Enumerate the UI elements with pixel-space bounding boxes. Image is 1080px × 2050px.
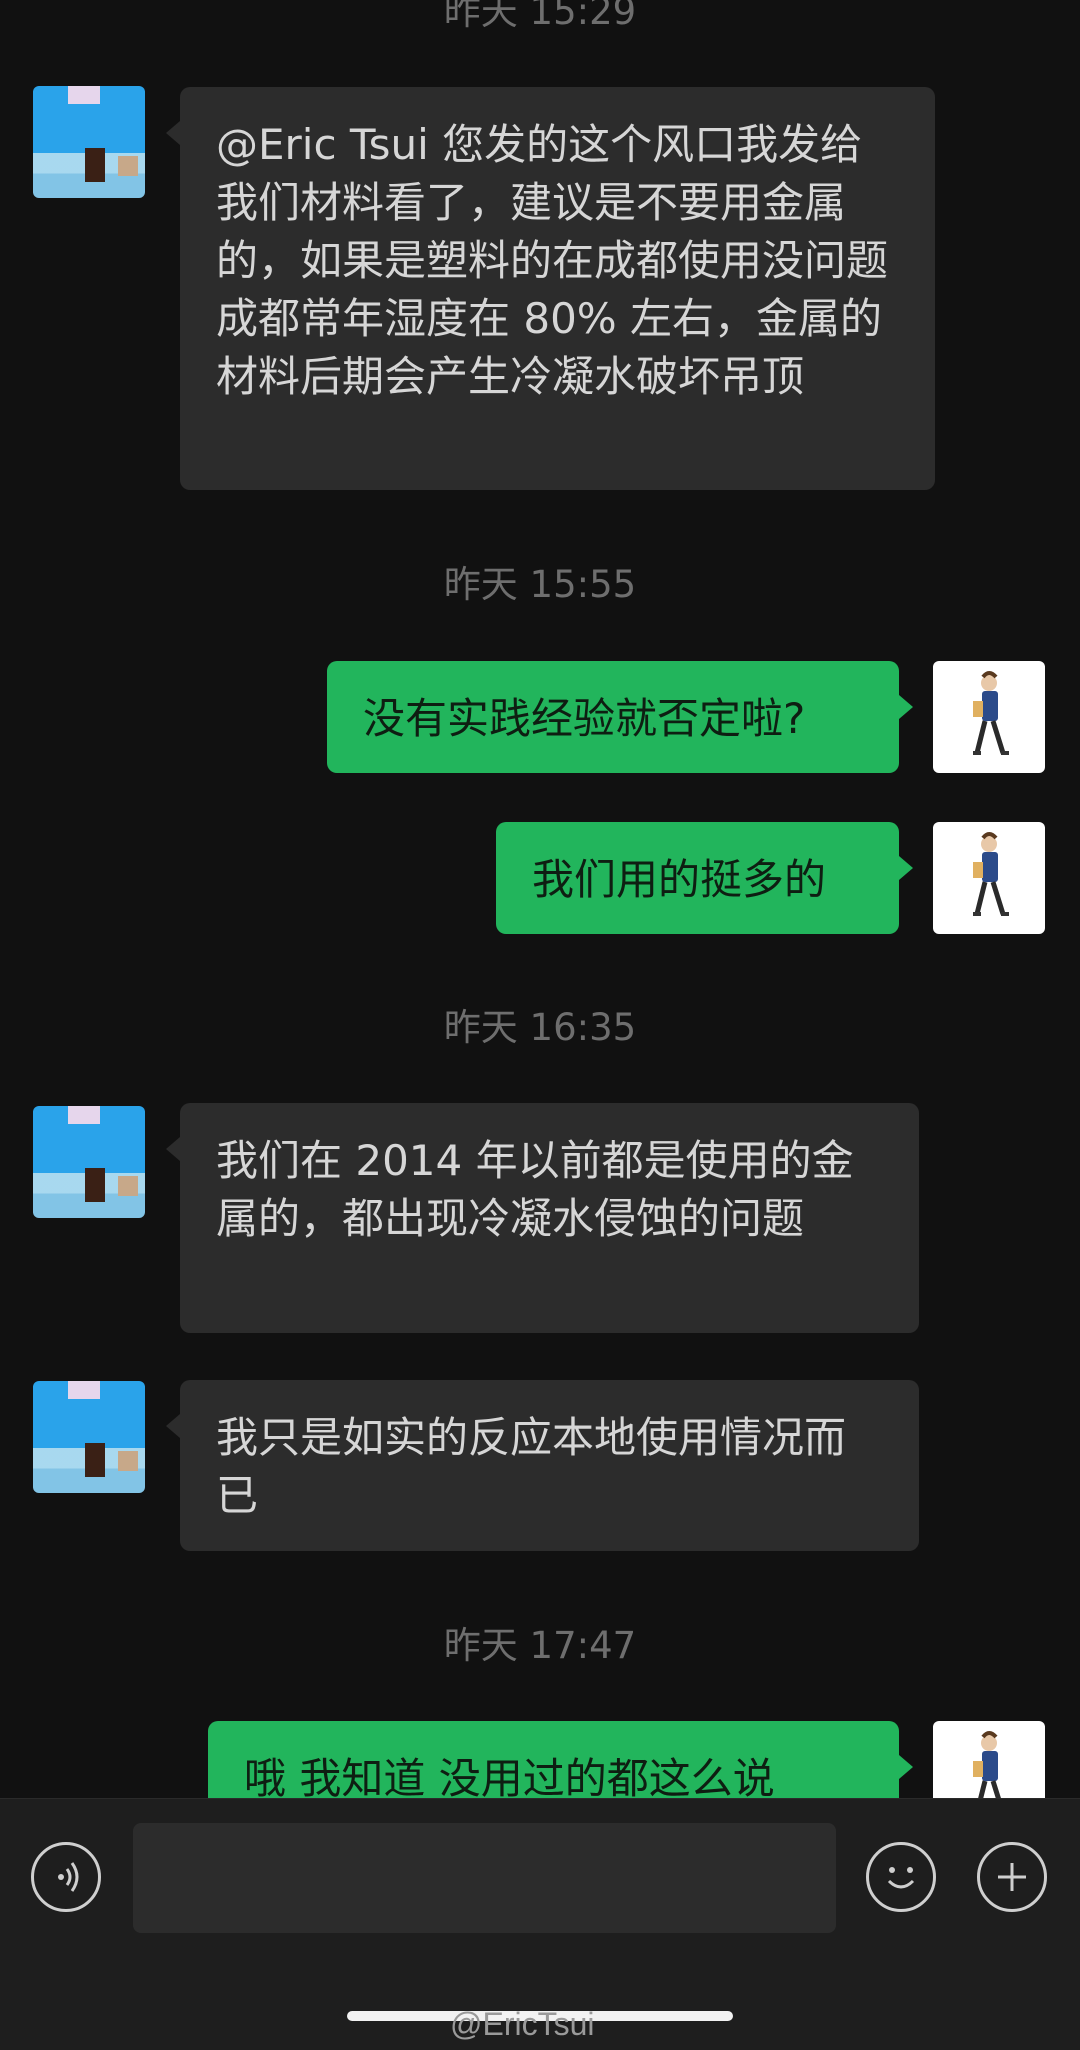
watermark: @EricTsui [450,2006,595,2042]
contact-avatar[interactable] [33,1381,145,1493]
voice-icon[interactable] [31,1842,101,1912]
timestamp: 昨天 17:47 [443,1624,637,1667]
user-avatar[interactable] [933,1721,1045,1798]
incoming-message[interactable]: @Eric Tsui 您发的这个风口我发给我们材料看了，建议是不要用金属的，如果… [166,87,935,490]
user-avatar[interactable] [933,661,1045,773]
contact-avatar[interactable] [33,1106,145,1218]
walking-man-icon [973,832,1009,916]
incoming-message[interactable]: 我们在 2014 年以前都是使用的金属的，都出现冷凝水侵蚀的问题 [166,1103,919,1333]
input-bar: @EricTsui [0,1798,1080,2050]
incoming-message[interactable]: 我只是如实的反应本地使用情况而已 [166,1380,919,1551]
emoji-icon[interactable] [866,1842,936,1912]
walking-man-icon [973,671,1009,755]
timestamp: 昨天 15:55 [443,563,637,606]
outgoing-message[interactable]: 没有实践经验就否定啦? [327,661,913,773]
outgoing-message[interactable]: 哦 我知道 没用过的都这么说 [208,1721,913,1798]
timestamp: 昨天 16:35 [443,1006,637,1049]
outgoing-message[interactable]: 我们用的挺多的 [496,822,913,934]
message-input[interactable] [133,1823,836,1933]
user-avatar[interactable] [933,822,1045,934]
timestamp: 昨天 15:29 [443,0,637,33]
walking-man-icon [973,1731,1001,1798]
chat-area[interactable]: 昨天 15:29 @Eric Tsui 您发的这个风口我发给我们材料看了，建议是… [0,0,1080,1798]
plus-icon[interactable] [977,1842,1047,1912]
contact-avatar[interactable] [33,86,145,198]
